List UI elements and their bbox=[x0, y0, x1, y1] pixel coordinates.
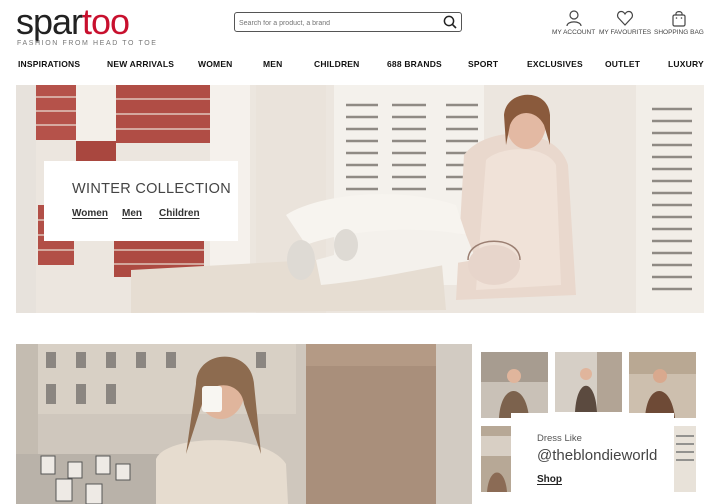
nav-item-men[interactable]: MEN bbox=[263, 59, 283, 69]
search-input[interactable] bbox=[237, 14, 441, 32]
nav-item-brands[interactable]: 688 BRANDS bbox=[387, 59, 442, 69]
collection-title: WINTER COLLECTION bbox=[72, 181, 231, 197]
collection-link-men[interactable]: Men bbox=[122, 208, 142, 219]
nav-item-outlet[interactable]: OUTLET bbox=[605, 59, 640, 69]
tagline: FASHION FROM HEAD TO TOE bbox=[17, 40, 158, 47]
logo[interactable]: spartoo bbox=[16, 1, 130, 42]
nav-item-luxury[interactable]: LUXURY bbox=[668, 59, 704, 69]
shopping-bag-link[interactable]: SHOPPING BAG bbox=[654, 9, 704, 36]
nav-item-sport[interactable]: SPORT bbox=[468, 59, 498, 69]
promo-shop-link[interactable]: Shop bbox=[537, 474, 562, 485]
gallery-thumb-1-image bbox=[481, 352, 548, 418]
gallery-thumb-2[interactable] bbox=[555, 352, 622, 412]
nav-item-new-arrivals[interactable]: NEW ARRIVALS bbox=[107, 59, 174, 69]
gallery-thumb-5-image bbox=[674, 426, 696, 492]
my-favourites-label: MY FAVOURITES bbox=[599, 29, 652, 36]
heart-icon bbox=[617, 10, 634, 26]
gallery-thumb-5[interactable] bbox=[674, 426, 696, 492]
logo-spar: spar bbox=[16, 1, 83, 42]
lifestyle-photo[interactable] bbox=[16, 344, 472, 504]
my-account-label: MY ACCOUNT bbox=[552, 29, 596, 36]
hero-banner[interactable]: WINTER COLLECTION Women Men Children bbox=[16, 85, 704, 313]
bag-icon bbox=[672, 11, 686, 27]
gallery-thumb-2-image bbox=[555, 352, 622, 412]
logo-too: too bbox=[82, 1, 130, 42]
nav-item-exclusives[interactable]: EXCLUSIVES bbox=[527, 59, 583, 69]
nav-item-inspirations[interactable]: INSPIRATIONS bbox=[18, 59, 80, 69]
main-nav: INSPIRATIONS NEW ARRIVALS WOMEN MEN CHIL… bbox=[0, 56, 720, 76]
shopping-bag-label: SHOPPING BAG bbox=[654, 29, 704, 36]
nav-item-children[interactable]: CHILDREN bbox=[314, 59, 360, 69]
promo-label: Dress Like bbox=[537, 433, 582, 444]
gallery-thumb-3[interactable] bbox=[629, 352, 696, 418]
gallery-thumb-4-image bbox=[481, 426, 511, 492]
gallery-thumb-1[interactable] bbox=[481, 352, 548, 418]
promo-box: Dress Like @theblondieworld Shop bbox=[511, 413, 674, 504]
nav-item-women[interactable]: WOMEN bbox=[198, 59, 233, 69]
search-icon[interactable] bbox=[442, 14, 458, 30]
lifestyle-image bbox=[16, 344, 472, 504]
collection-box: WINTER COLLECTION Women Men Children bbox=[44, 161, 238, 241]
collection-link-children[interactable]: Children bbox=[159, 208, 200, 219]
collection-link-women[interactable]: Women bbox=[72, 208, 108, 219]
my-favourites-link[interactable]: MY FAVOURITES bbox=[599, 9, 651, 36]
promo-handle: @theblondieworld bbox=[537, 447, 658, 464]
gallery-thumb-3-image bbox=[629, 352, 696, 418]
my-account-link[interactable]: MY ACCOUNT bbox=[552, 9, 595, 36]
search-bar bbox=[234, 12, 462, 32]
gallery-thumb-4[interactable] bbox=[481, 426, 511, 492]
account-icon bbox=[566, 10, 582, 27]
